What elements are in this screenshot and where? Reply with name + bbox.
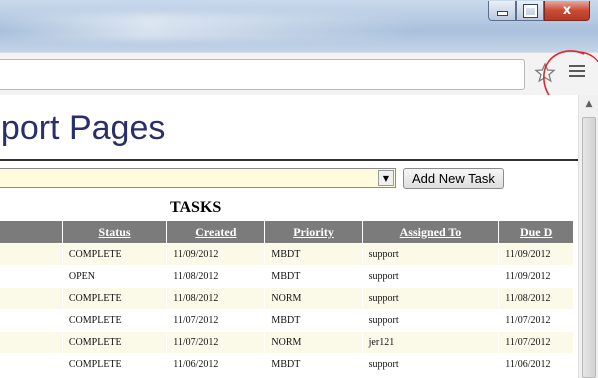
tasks-table: Status Created Priority Assigned To Due … (0, 221, 574, 376)
cell-assigned-to: jer121 (362, 332, 499, 354)
minimize-button[interactable] (488, 1, 516, 21)
cell-assigned-to: support (362, 244, 499, 266)
bookmark-star-icon[interactable] (534, 62, 556, 84)
cell-due-date: 11/06/2012 (499, 354, 573, 376)
scroll-thumb[interactable] (582, 117, 596, 378)
vertical-scrollbar[interactable]: ▲ (578, 95, 598, 378)
column-header-due-date[interactable]: Due D (499, 221, 573, 244)
cell-priority: NORM (265, 288, 362, 310)
task-select[interactable]: ▼ (0, 168, 396, 188)
cell-due-date: 11/07/2012 (499, 310, 573, 332)
table-row[interactable]: COMPLETE 11/09/2012 MBDT support 11/09/2… (0, 244, 573, 266)
cell-created: 11/08/2012 (167, 288, 265, 310)
cell-priority: NORM (265, 332, 362, 354)
cell-created: 11/08/2012 (167, 266, 265, 288)
page-viewport: pport Pages ▼ Add New Task TASKS Status … (0, 95, 578, 378)
address-bar[interactable] (0, 59, 525, 90)
browser-toolbar (0, 52, 598, 96)
cell-due-date: 11/09/2012 (499, 266, 573, 288)
cell-assigned-to: support (362, 288, 499, 310)
column-header-created[interactable]: Created (167, 221, 265, 244)
cell-status: COMPLETE (62, 244, 167, 266)
minimize-icon (496, 11, 508, 16)
table-row[interactable]: COMPLETE 11/06/2012 MBDT support 11/06/2… (0, 354, 573, 376)
scroll-up-arrow-icon[interactable]: ▲ (579, 95, 598, 113)
window-controls: x (488, 1, 590, 21)
hamburger-menu-icon[interactable] (569, 65, 585, 81)
table-row[interactable]: COMPLETE 11/07/2012 MBDT support 11/07/2… (0, 310, 573, 332)
cell-due-date: 11/08/2012 (499, 288, 573, 310)
page-title: pport Pages (0, 109, 166, 147)
maximize-icon (522, 3, 538, 18)
cell-status: COMPLETE (62, 354, 167, 376)
cell-status: OPEN (62, 266, 167, 288)
table-header-row: Status Created Priority Assigned To Due … (0, 221, 573, 244)
cell-created: 11/07/2012 (167, 332, 265, 354)
dropdown-arrow-icon[interactable]: ▼ (378, 170, 394, 186)
cell-created: 11/09/2012 (167, 244, 265, 266)
column-header (0, 221, 62, 244)
column-header-priority[interactable]: Priority (265, 221, 362, 244)
close-icon: x (562, 3, 572, 18)
cell-priority: MBDT (265, 266, 362, 288)
cell-priority: MBDT (265, 310, 362, 332)
table-row[interactable]: COMPLETE 11/08/2012 NORM support 11/08/2… (0, 288, 573, 310)
cell-due-date: 11/09/2012 (499, 244, 573, 266)
cell-assigned-to: support (362, 310, 499, 332)
tasks-heading: TASKS (170, 199, 222, 216)
add-new-task-button[interactable]: Add New Task (403, 168, 504, 189)
cell-status: COMPLETE (62, 288, 167, 310)
cell-priority: MBDT (265, 354, 362, 376)
table-row[interactable]: COMPLETE 11/07/2012 NORM jer121 11/07/20… (0, 332, 573, 354)
cell-created: 11/06/2012 (167, 354, 265, 376)
cell-due-date: 11/07/2012 (499, 332, 573, 354)
column-header-assigned-to[interactable]: Assigned To (362, 221, 499, 244)
cell-assigned-to: support (362, 354, 499, 376)
cell-priority: MBDT (265, 244, 362, 266)
window-title-bar: x (0, 0, 598, 52)
cell-status: COMPLETE (62, 310, 167, 332)
table-row[interactable]: OPEN 11/08/2012 MBDT support 11/09/2012 (0, 266, 573, 288)
maximize-button[interactable] (516, 1, 544, 21)
cell-assigned-to: support (362, 266, 499, 288)
cell-created: 11/07/2012 (167, 310, 265, 332)
column-header-status[interactable]: Status (62, 221, 167, 244)
title-divider (0, 159, 578, 161)
close-button[interactable]: x (544, 1, 590, 21)
cell-status: COMPLETE (62, 332, 167, 354)
